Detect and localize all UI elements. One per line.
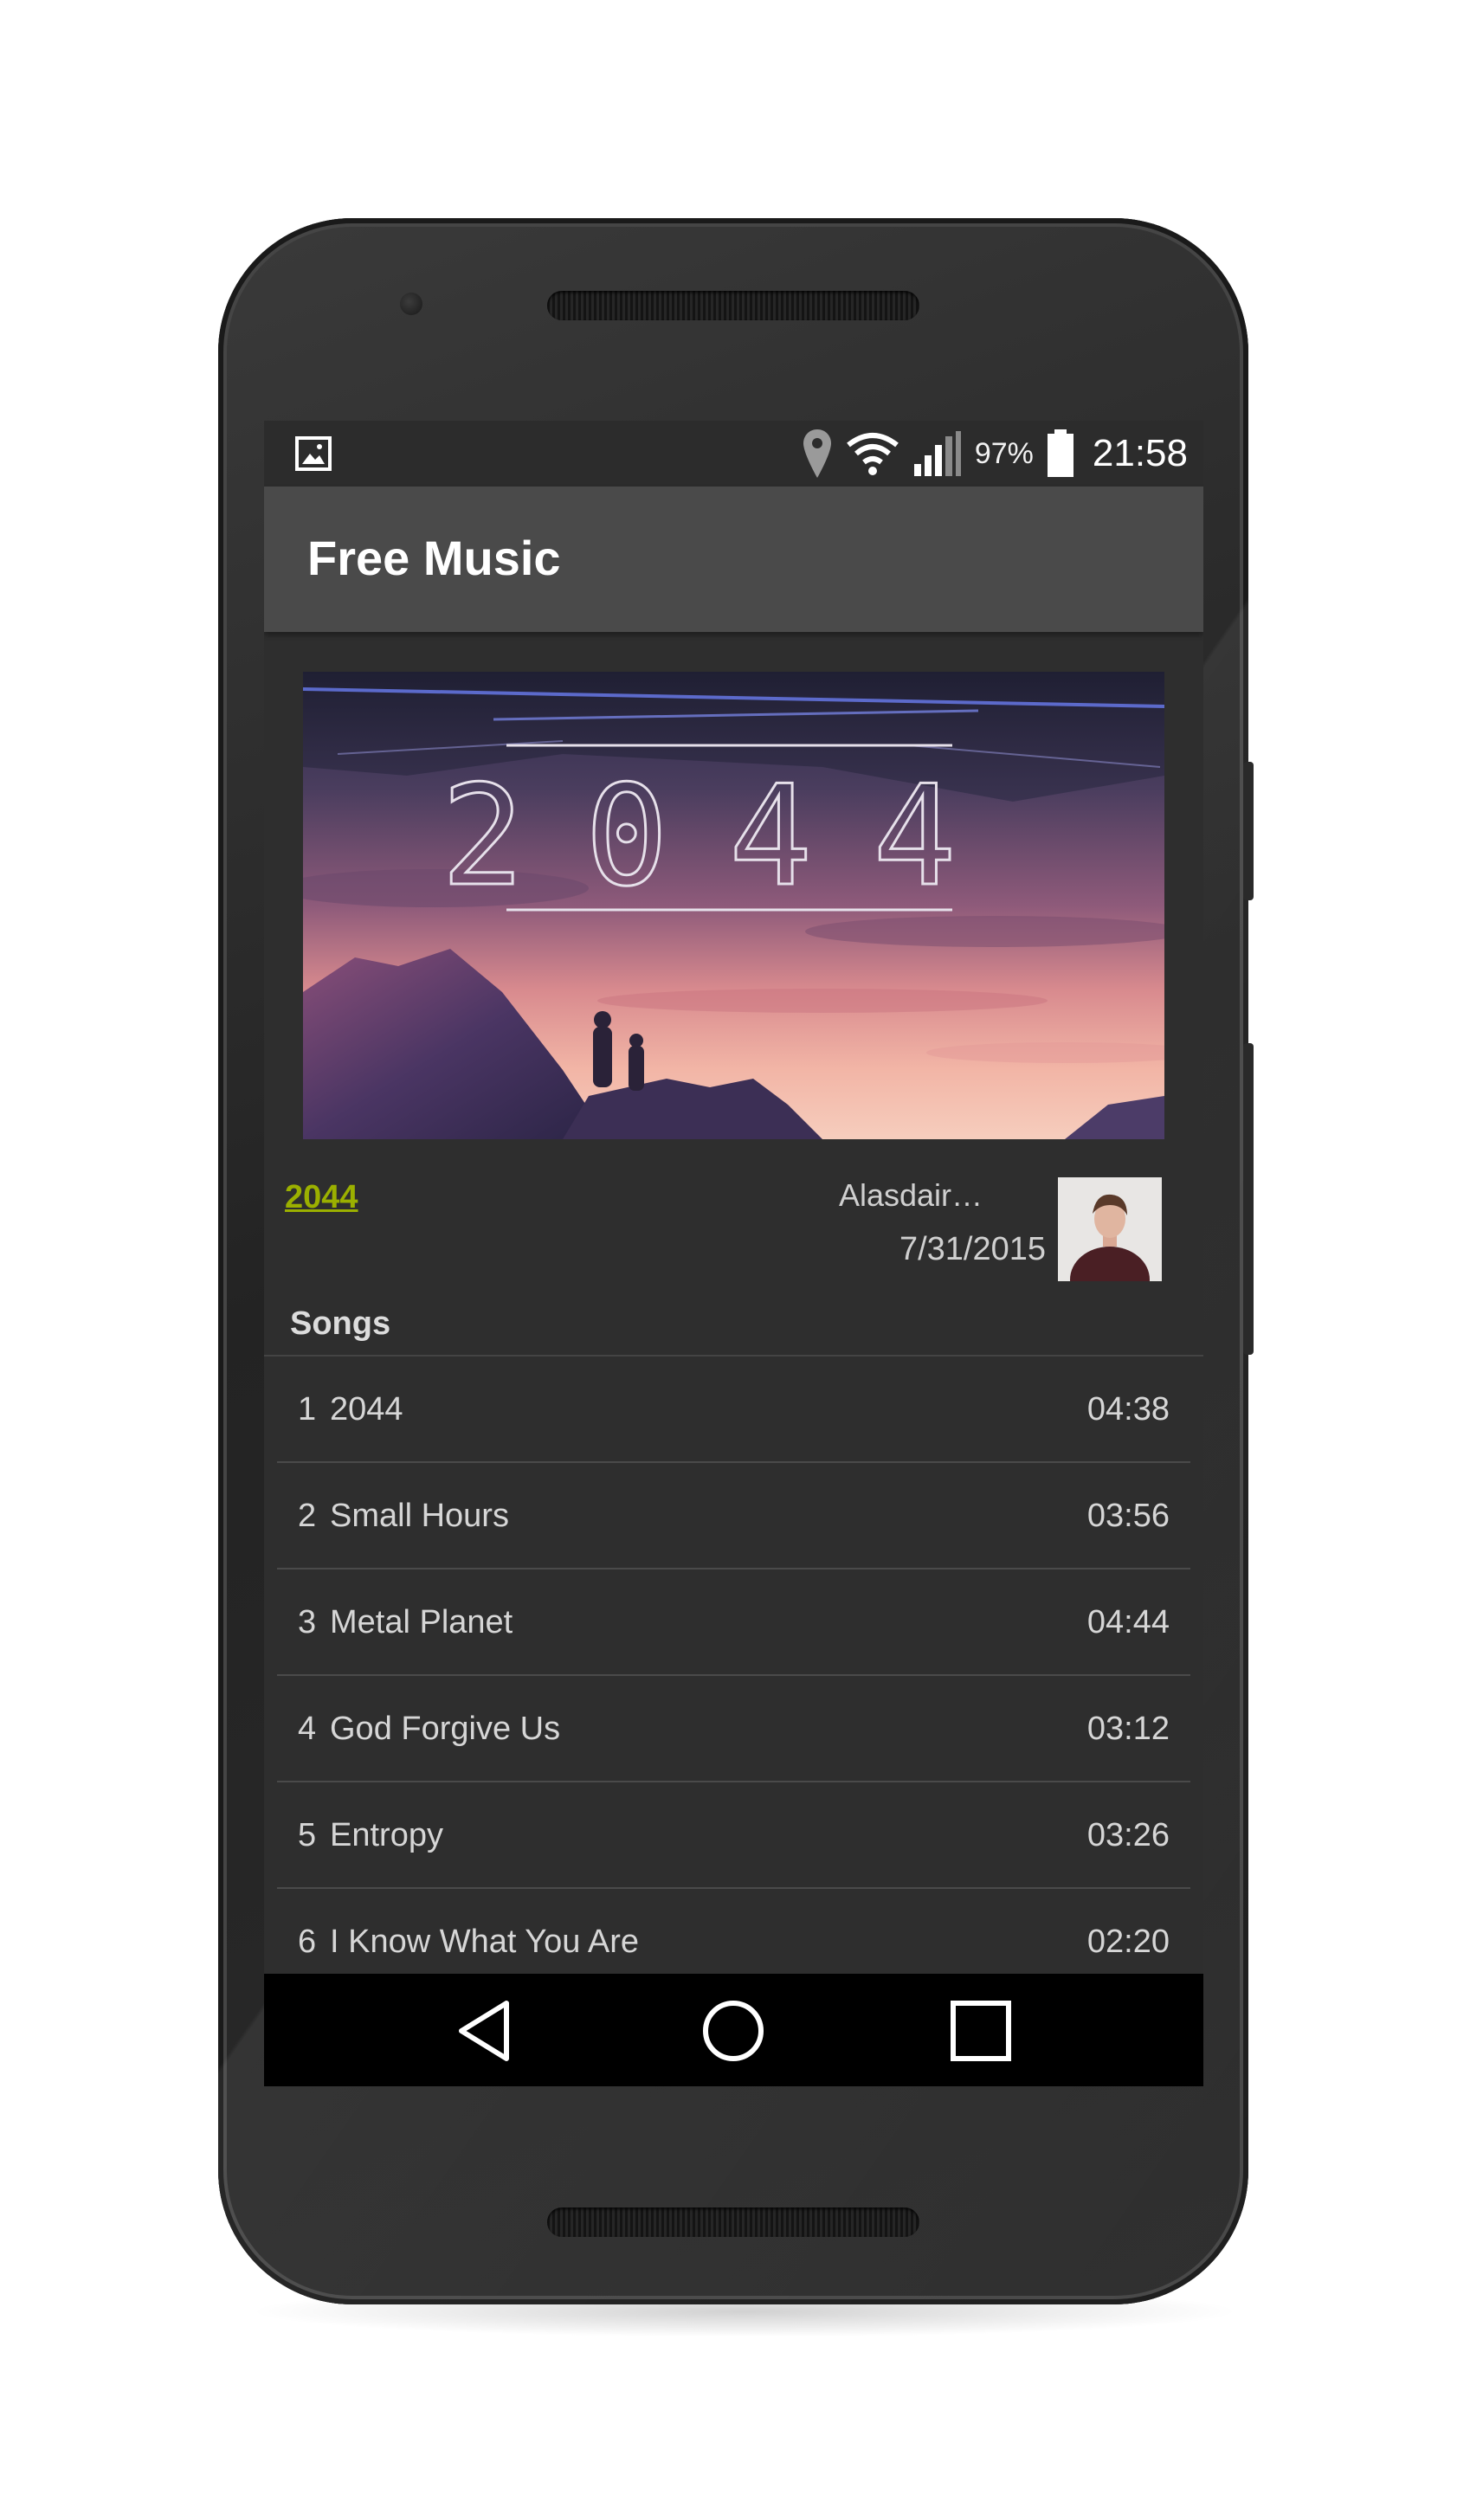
recents-icon[interactable] [948,1998,1014,2064]
system-navigation-bar [264,1974,1203,2086]
back-icon[interactable] [453,1998,519,2064]
songs-list[interactable]: 1 2044 04:38 2 Small Hours 03:56 3 Metal… [264,1355,1203,1995]
song-duration: 02:20 [1086,1924,1170,1960]
song-title: I Know What You Are [330,1924,640,1960]
song-number: 4 [298,1711,317,1747]
wifi-icon [846,433,899,475]
song-row[interactable]: 5 Entropy 03:26 [277,1782,1190,1889]
home-icon[interactable] [700,1998,766,2064]
song-title: God Forgive Us [330,1711,561,1747]
song-number: 5 [298,1817,317,1853]
device-mockup-stage: 97% 21:58 Free Music 2044 2044 Alasdair…… [0,0,1470,2520]
song-row[interactable]: 3 Metal Planet 04:44 [277,1569,1190,1676]
song-duration: 03:26 [1086,1817,1170,1853]
status-indicators: 97% 21:58 [802,421,1188,487]
artist-name[interactable]: Alasdair… [839,1177,983,1214]
song-duration: 04:38 [1086,1391,1170,1428]
song-duration: 03:56 [1086,1498,1170,1534]
artist-avatar[interactable] [1058,1177,1162,1281]
song-title: Small Hours [330,1498,509,1534]
album-cover-image[interactable]: 2044 [303,672,1164,1139]
battery-icon [1047,429,1073,477]
top-speaker-grille [547,291,919,320]
song-row[interactable]: 2 Small Hours 03:56 [277,1463,1190,1569]
song-title: Metal Planet [330,1604,513,1640]
bottom-speaker-grille [547,2207,919,2237]
song-number: 3 [298,1604,317,1640]
battery-percentage: 97% [974,436,1034,470]
song-number: 2 [298,1498,317,1534]
songs-section-header: Songs [290,1305,391,1342]
album-cover-title: 2044 [441,755,1016,917]
album-meta: 2044 Alasdair… 7/31/2015 [264,1151,1203,1281]
album-title-link[interactable]: 2044 [285,1179,358,1216]
song-title: 2044 [330,1391,403,1428]
status-bar: 97% 21:58 [264,421,1203,487]
volume-button [1243,762,1254,900]
image-notification-icon [295,436,332,471]
song-row[interactable]: 1 2044 04:38 [277,1357,1190,1463]
location-icon [803,429,831,478]
song-row[interactable]: 4 God Forgive Us 03:12 [277,1676,1190,1782]
front-camera [400,293,422,315]
album-detail-content[interactable]: 2044 2044 Alasdair… 7/31/2015 Songs 1 20… [264,632,1203,1995]
song-number: 6 [298,1924,317,1960]
clock: 21:58 [1092,432,1188,474]
song-number: 1 [298,1391,317,1428]
app-title: Free Music [307,531,561,585]
song-title: Entropy [330,1817,443,1853]
app-toolbar: Free Music [264,487,1203,632]
release-date: 7/31/2015 [899,1231,1046,1267]
signal-icon [913,431,961,476]
power-button [1243,1043,1254,1355]
phone-screen: 97% 21:58 Free Music 2044 2044 Alasdair…… [264,421,1203,2086]
song-duration: 04:44 [1086,1604,1170,1640]
song-duration: 03:12 [1086,1711,1170,1747]
